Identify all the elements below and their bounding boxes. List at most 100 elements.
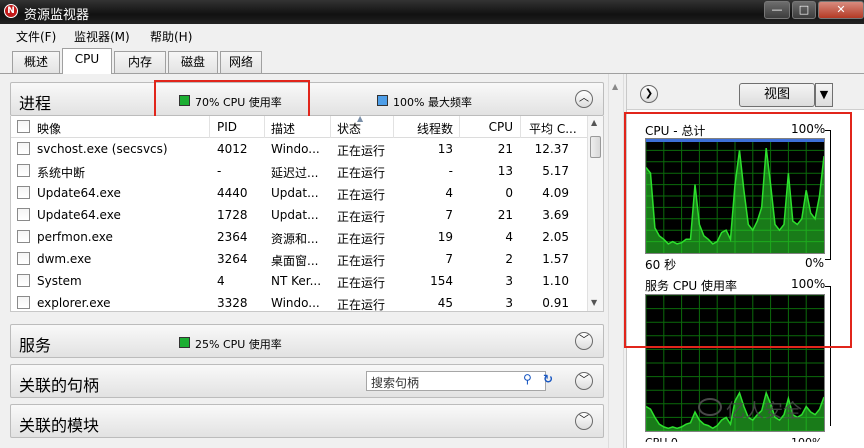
services-title: 服务	[19, 336, 52, 355]
max-frequency-text: 100% 最大频率	[393, 96, 472, 109]
cell-image: dwm.exe	[37, 252, 92, 266]
cell-threads: 45	[437, 296, 453, 310]
cell-pid: -	[217, 164, 222, 178]
time-span-label: 60 秒	[645, 258, 677, 272]
table-row[interactable]: dwm.exe 3264 桌面窗... 正在运行 7 2 1.57	[11, 248, 587, 270]
cell-cpu: 3	[505, 296, 513, 310]
cell-pid: 3328	[217, 296, 248, 310]
row-checkbox[interactable]	[17, 186, 30, 199]
scroll-up-icon[interactable]: ▲	[591, 118, 597, 127]
table-row[interactable]: svchost.exe (secsvcs) 4012 Windo... 正在运行 13 2…	[11, 138, 587, 160]
cell-avg-cpu: 1.57	[542, 252, 569, 266]
row-checkbox[interactable]	[17, 296, 30, 309]
select-all-checkbox[interactable]	[17, 120, 30, 133]
main-scrollbar[interactable]: ▲	[608, 74, 624, 448]
cell-avg-cpu: 0.91	[542, 296, 569, 310]
cpu0-label: CPU 0	[645, 436, 678, 448]
row-checkbox[interactable]	[17, 208, 30, 221]
tab-disk[interactable]: 磁盘	[168, 51, 218, 73]
expand-chevron-icon[interactable]: ﹀	[575, 332, 593, 350]
col-pid[interactable]: PID	[217, 120, 237, 134]
view-button[interactable]: 视图	[739, 83, 815, 107]
cell-threads: 13	[437, 142, 453, 156]
cell-status: 正在运行	[337, 232, 386, 246]
col-avg-cpu[interactable]: 平均 C...	[529, 120, 577, 137]
processes-header[interactable]: 进程 70% CPU 使用率 100% 最大频率 ︿	[10, 82, 604, 116]
cell-pid: 3264	[217, 252, 248, 266]
expand-chevron-icon[interactable]: ﹀	[575, 372, 593, 390]
expand-pane-icon[interactable]: ❯	[640, 85, 658, 103]
cell-image: svchost.exe (secsvcs)	[37, 142, 168, 156]
menu-help[interactable]: 帮助(H)	[150, 28, 192, 45]
cell-threads: -	[448, 164, 453, 178]
maximize-button[interactable]: □	[792, 1, 816, 19]
cell-status: 正在运行	[337, 276, 386, 290]
col-cpu[interactable]: CPU	[469, 120, 513, 134]
table-row[interactable]: perfmon.exe 2364 资源和... 正在运行 19 4 2.05	[11, 226, 587, 248]
cpu-total-chart	[645, 138, 825, 253]
cell-status: 正在运行	[337, 298, 386, 312]
max-frequency-line	[646, 139, 824, 142]
tab-overview[interactable]: 概述	[12, 51, 60, 73]
col-threads[interactable]: 线程数	[405, 120, 453, 137]
handles-header[interactable]: 关联的句柄 搜索句柄 ⚲ ↻ ﹀	[10, 364, 604, 398]
table-scrollbar[interactable]: ▲ ▼	[587, 116, 603, 311]
cell-avg-cpu: 1.10	[542, 274, 569, 288]
tab-memory[interactable]: 内存	[114, 51, 166, 73]
expand-chevron-icon[interactable]: ﹀	[575, 412, 593, 430]
cpu-total-graph	[645, 138, 825, 254]
cell-avg-cpu: 3.69	[542, 208, 569, 222]
menu-file[interactable]: 文件(F)	[16, 28, 56, 45]
cell-threads: 7	[445, 252, 453, 266]
services-header[interactable]: 服务 25% CPU 使用率 ﹀	[10, 324, 604, 358]
row-checkbox[interactable]	[17, 142, 30, 155]
cell-status: 正在运行	[337, 188, 386, 202]
cell-description: 资源和...	[271, 232, 319, 246]
view-dropdown-icon[interactable]: ▼	[815, 83, 833, 107]
cell-cpu: 3	[505, 274, 513, 288]
cell-avg-cpu: 2.05	[542, 230, 569, 244]
close-button[interactable]: ✕	[818, 1, 864, 19]
col-image[interactable]: 映像	[37, 120, 61, 137]
watermark-text: 亿人安全	[726, 400, 803, 422]
cell-cpu: 0	[505, 186, 513, 200]
minimize-button[interactable]: —	[764, 1, 790, 19]
scroll-up-icon[interactable]: ▲	[612, 82, 618, 91]
cpu-usage-text: 70% CPU 使用率	[195, 96, 282, 109]
table-row[interactable]: System 4 NT Ker... 正在运行 154 3 1.10	[11, 270, 587, 292]
table-row[interactable]: Update64.exe 1728 Updat... 正在运行 7 21 3.69	[11, 204, 587, 226]
sort-arrow-icon: ▲	[357, 116, 364, 123]
tab-cpu[interactable]: CPU	[62, 48, 112, 74]
row-checkbox[interactable]	[17, 274, 30, 287]
search-handles-input[interactable]: 搜索句柄	[366, 371, 546, 391]
row-checkbox[interactable]	[17, 164, 30, 177]
cell-avg-cpu: 4.09	[542, 186, 569, 200]
row-checkbox[interactable]	[17, 230, 30, 243]
scroll-thumb[interactable]	[590, 136, 601, 158]
collapse-chevron-icon[interactable]: ︿	[575, 90, 593, 108]
table-row[interactable]: Update64.exe 4440 Updat... 正在运行 4 0 4.09	[11, 182, 587, 204]
tab-network[interactable]: 网络	[220, 51, 262, 73]
table-row[interactable]: 系统中断 - 延迟过... 正在运行 - 13 5.17	[11, 160, 587, 182]
menu-monitor[interactable]: 监视器(M)	[74, 28, 130, 45]
cpu-total-max: 100%	[791, 122, 826, 136]
cell-description: Updat...	[271, 186, 319, 200]
cell-cpu: 21	[497, 142, 513, 156]
search-icon[interactable]: ⚲	[523, 372, 532, 386]
menu-bar: 文件(F) 监视器(M) 帮助(H)	[0, 24, 864, 46]
process-table: 映像 PID 描述 状态 ▲ 线程数 CPU 平均 C... svchost.e…	[10, 116, 604, 312]
modules-header[interactable]: 关联的模块 ﹀	[10, 404, 604, 438]
cell-status: 正在运行	[337, 144, 386, 158]
cell-cpu: 2	[505, 252, 513, 266]
refresh-icon[interactable]: ↻	[543, 372, 553, 386]
table-row[interactable]: explorer.exe 3328 Windo... 正在运行 45 3 0.91	[11, 292, 587, 312]
row-checkbox[interactable]	[17, 252, 30, 265]
service-cpu-max: 100%	[791, 277, 826, 291]
cell-description: Windo...	[271, 142, 320, 156]
cell-threads: 19	[437, 230, 453, 244]
scroll-down-icon[interactable]: ▼	[591, 298, 597, 307]
cell-description: 延迟过...	[271, 166, 319, 180]
watermark: 亿人安全	[698, 396, 803, 423]
cell-image: System	[37, 274, 82, 288]
col-description[interactable]: 描述	[271, 120, 295, 137]
